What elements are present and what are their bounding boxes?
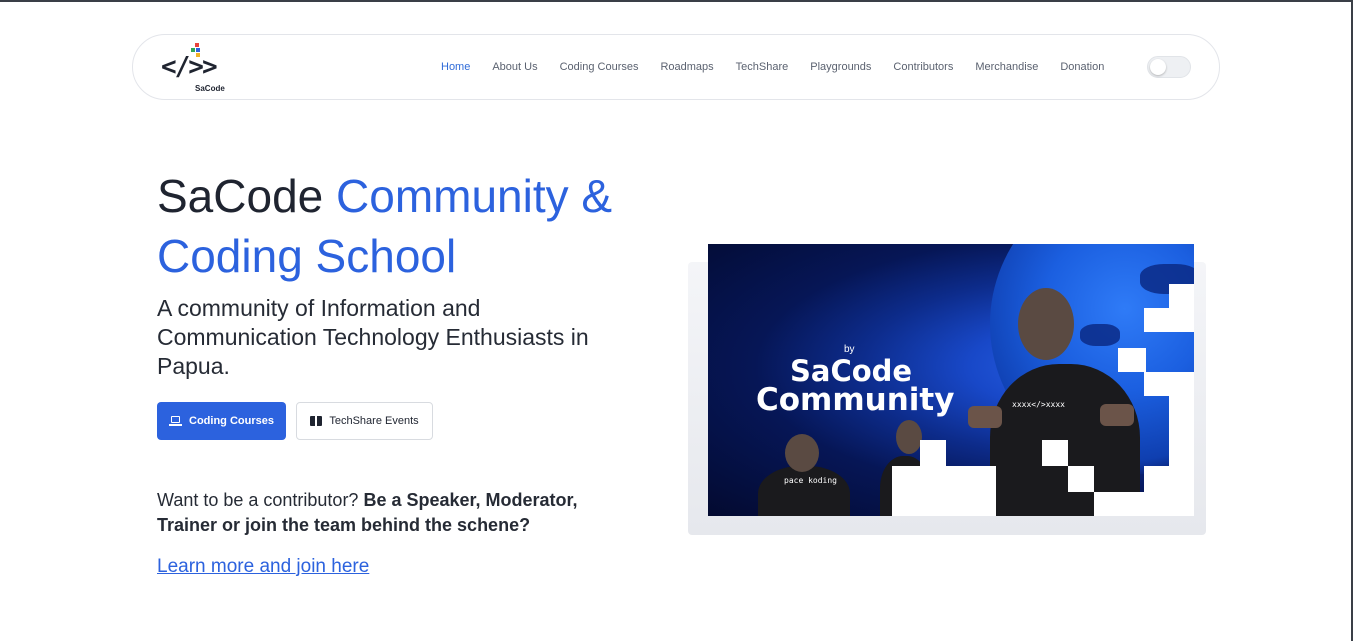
person-main-hand-left (968, 406, 1002, 428)
coding-courses-button-label: Coding Courses (189, 415, 274, 427)
nav-roadmaps[interactable]: Roadmaps (660, 61, 713, 73)
coding-courses-button[interactable]: Coding Courses (157, 402, 286, 440)
nav-links: Home About Us Coding Courses Roadmaps Te… (441, 35, 1126, 99)
laptop-icon (169, 416, 183, 426)
logo-text: SaCode (195, 84, 225, 93)
contributor-prompt: Want to be a contributor? Be a Speaker, … (157, 488, 627, 538)
nav-about-us[interactable]: About Us (492, 61, 537, 73)
hero-title-accent-2: Coding School (157, 230, 457, 282)
person-main-hand-right (1100, 404, 1134, 426)
nav-coding-courses[interactable]: Coding Courses (560, 61, 639, 73)
hero-title: SaCode Community & Coding School (157, 166, 677, 286)
logo-code-glyph: </>> (161, 52, 218, 82)
learn-more-link[interactable]: Learn more and join here (157, 556, 369, 578)
contributor-prompt-plain: Want to be a contributor? (157, 490, 364, 510)
person-main-head (1018, 288, 1074, 360)
hero-title-plain: SaCode (157, 170, 337, 222)
sacode-logo[interactable]: </>> SaCode (161, 41, 235, 95)
hero-banner-image: by SaCode Community pace koding xxxx</>x… (708, 244, 1194, 516)
techshare-events-button[interactable]: TechShare Events (296, 402, 433, 440)
hero-subtitle: A community of Information and Communica… (157, 295, 589, 379)
person-middle-head (896, 420, 922, 454)
dark-mode-toggle[interactable] (1147, 56, 1191, 78)
person-left-shirt-text: pace koding (784, 476, 837, 485)
nav-playgrounds[interactable]: Playgrounds (810, 61, 871, 73)
nav-donation[interactable]: Donation (1060, 61, 1104, 73)
hero-title-accent-1: Community & (336, 170, 613, 222)
nav-merchandise[interactable]: Merchandise (975, 61, 1038, 73)
navbar: </>> SaCode Home About Us Coding Courses… (132, 34, 1220, 100)
person-left: pace koding (758, 466, 850, 516)
person-main-shirt-text: xxxx</>xxxx (1012, 400, 1065, 409)
toggle-knob (1150, 59, 1166, 75)
nav-techshare[interactable]: TechShare (736, 61, 789, 73)
person-left-head (785, 434, 819, 472)
window-top-border (0, 0, 1353, 2)
banner-brand-line-2: Community (756, 382, 955, 418)
book-icon (310, 416, 323, 426)
nav-home[interactable]: Home (441, 61, 470, 73)
nav-contributors[interactable]: Contributors (893, 61, 953, 73)
techshare-events-button-label: TechShare Events (329, 415, 419, 427)
